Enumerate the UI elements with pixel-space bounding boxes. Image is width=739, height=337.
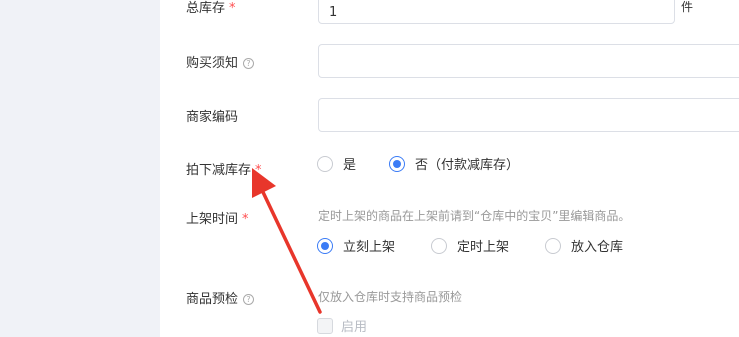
arrow-shaft [260, 188, 322, 314]
annotation-arrow [252, 168, 322, 314]
